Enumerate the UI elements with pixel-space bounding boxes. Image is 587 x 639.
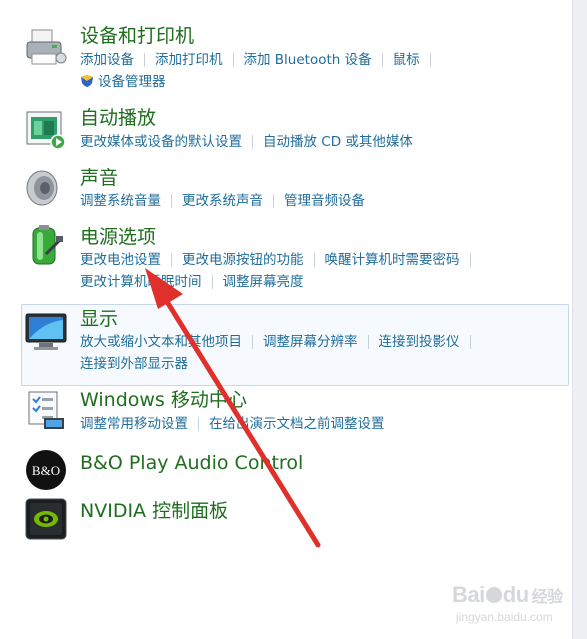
watermark-bai: Bai (452, 582, 485, 607)
printer-icon (24, 26, 68, 70)
manage-audio-devices-link[interactable]: 管理音频设备 (284, 193, 365, 209)
power-links-row2: 更改计算机睡眠时间 调整屏幕亮度 (80, 271, 304, 293)
watermark-du: du (502, 582, 529, 607)
separator (367, 335, 369, 349)
section-title-power[interactable]: 电源选项 (80, 225, 156, 249)
change-system-sounds-link[interactable]: 更改系统声音 (182, 193, 263, 209)
change-battery-settings-link[interactable]: 更改电池设置 (80, 252, 161, 268)
change-sleep-time-link[interactable]: 更改计算机睡眠时间 (80, 274, 202, 290)
presentation-settings-link[interactable]: 在给出演示文档之前调整设置 (209, 416, 385, 432)
separator (313, 253, 315, 267)
adjust-volume-link[interactable]: 调整系统音量 (80, 193, 161, 209)
separator (469, 253, 471, 267)
section-title-bo-play[interactable]: B&O Play Audio Control (80, 451, 303, 475)
bo-play-logo-icon: B&O (24, 448, 68, 492)
mouse-link[interactable]: 鼠标 (393, 52, 420, 68)
separator (171, 194, 172, 208)
uac-shield-icon (81, 75, 93, 87)
autoplay-links: 更改媒体或设备的默认设置 自动播放 CD 或其他媒体 (80, 131, 413, 153)
device-manager-link[interactable]: 设备管理器 (98, 74, 166, 90)
battery-icon (24, 224, 68, 268)
section-title-devices[interactable]: 设备和打印机 (80, 24, 194, 48)
section-title-display[interactable]: 显示 (80, 307, 118, 331)
watermark-url: jingyan.baidu.com (456, 610, 553, 624)
sound-links: 调整系统音量 更改系统声音 管理音频设备 (80, 190, 365, 212)
add-printer-link[interactable]: 添加打印机 (155, 52, 223, 68)
adjust-brightness-link[interactable]: 调整屏幕亮度 (223, 274, 304, 290)
separator (198, 417, 199, 431)
power-links: 更改电池设置 更改电源按钮的功能 唤醒计算机时需要密码 (80, 249, 481, 271)
devices-links-row2: 设备管理器 (80, 71, 166, 93)
section-title-autoplay[interactable]: 自动播放 (80, 106, 156, 130)
monitor-icon (24, 310, 68, 354)
autoplay-cd-link[interactable]: 自动播放 CD 或其他媒体 (263, 134, 413, 150)
separator (252, 135, 253, 149)
baidu-watermark: Bai du 经验 jingyan.baidu.com (452, 582, 572, 634)
watermark-logo: Bai du 经验 (452, 582, 563, 608)
separator (171, 253, 172, 267)
add-device-link[interactable]: 添加设备 (80, 52, 134, 68)
separator (232, 53, 234, 67)
separator (252, 335, 253, 349)
connect-external-display-link[interactable]: 连接到外部显示器 (80, 356, 188, 372)
adjust-mobility-settings-link[interactable]: 调整常用移动设置 (80, 416, 188, 432)
adjust-resolution-link[interactable]: 调整屏幕分辨率 (263, 334, 358, 350)
change-media-defaults-link[interactable]: 更改媒体或设备的默认设置 (80, 134, 242, 150)
section-title-nvidia[interactable]: NVIDIA 控制面板 (80, 499, 228, 523)
section-title-sound[interactable]: 声音 (80, 166, 118, 190)
zoom-text-link[interactable]: 放大或缩小文本和其他项目 (80, 334, 242, 350)
speaker-icon (24, 167, 68, 211)
wake-password-link[interactable]: 唤醒计算机时需要密码 (325, 252, 460, 268)
connect-projector-link[interactable]: 连接到投影仪 (379, 334, 460, 350)
separator (381, 53, 383, 67)
scrollbar[interactable] (572, 0, 587, 639)
bo-logo-text: B&O (32, 463, 60, 478)
devices-links: 添加设备 添加打印机 添加 Bluetooth 设备 鼠标 (80, 49, 441, 71)
add-bluetooth-device-link[interactable]: 添加 Bluetooth 设备 (244, 52, 372, 68)
separator (429, 53, 431, 67)
display-links: 放大或缩小文本和其他项目 调整屏幕分辨率 连接到投影仪 (80, 331, 481, 353)
section-title-mobility[interactable]: Windows 移动中心 (80, 388, 247, 412)
display-links-row2: 连接到外部显示器 (80, 353, 188, 375)
mobility-center-icon (24, 388, 68, 432)
mobility-links: 调整常用移动设置 在给出演示文档之前调整设置 (80, 413, 385, 435)
separator (211, 275, 213, 289)
nvidia-icon (24, 497, 68, 541)
separator (273, 194, 274, 208)
power-button-function-link[interactable]: 更改电源按钮的功能 (182, 252, 304, 268)
autoplay-icon (24, 108, 68, 152)
watermark-jingyan: 经验 (531, 589, 564, 606)
separator (144, 53, 145, 67)
separator (469, 335, 471, 349)
paw-icon (485, 587, 502, 603)
